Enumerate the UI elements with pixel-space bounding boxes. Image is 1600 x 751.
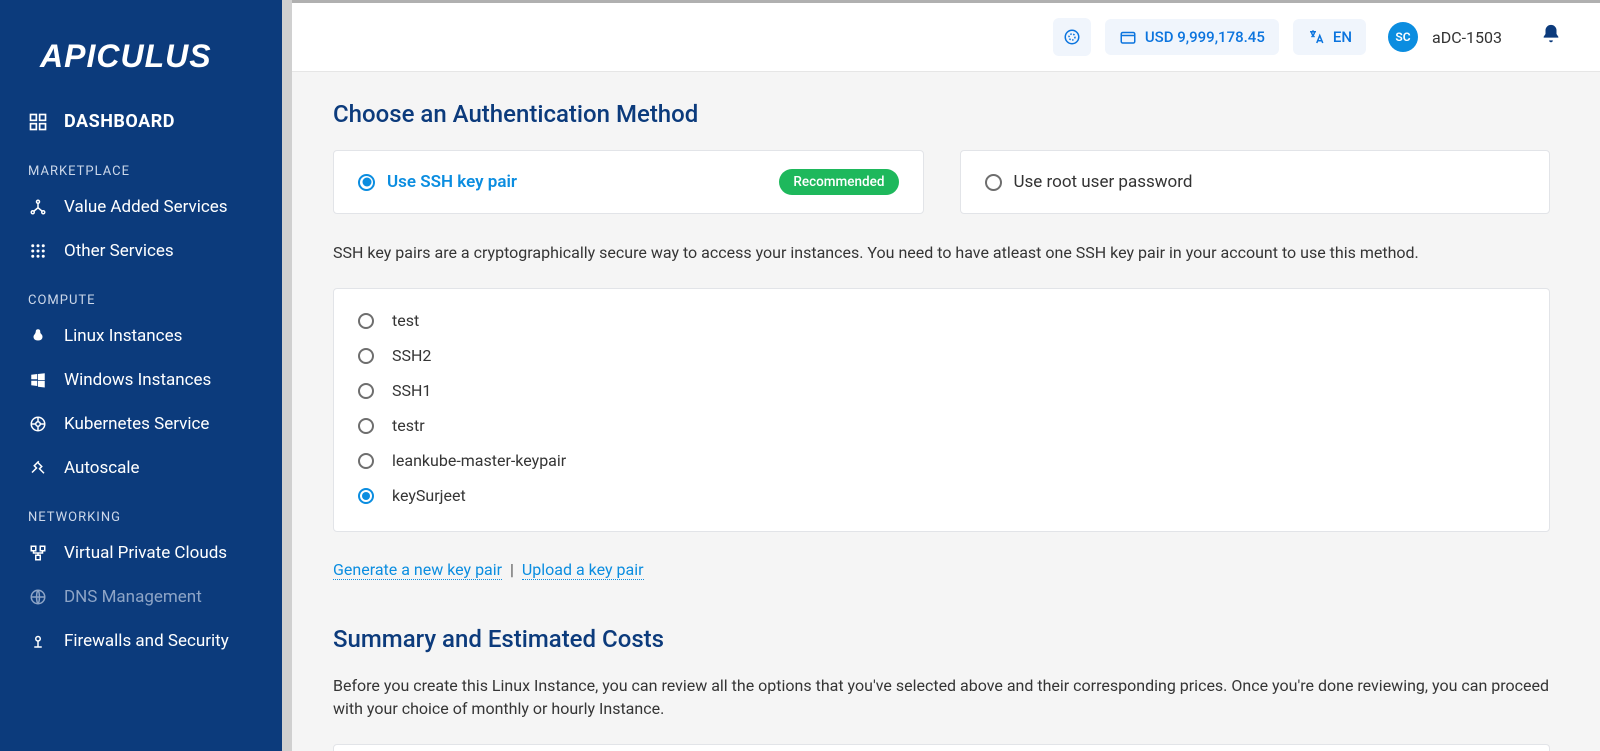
language-text: EN — [1333, 28, 1352, 46]
nav-autoscale[interactable]: Autoscale — [0, 446, 283, 490]
nav-linux[interactable]: Linux Instances — [0, 314, 283, 358]
auth-option-row: Use SSH key pair Recommended Use root us… — [333, 150, 1550, 214]
auth-option-root-label: Use root user password — [1014, 172, 1193, 192]
summary-section-title: Summary and Estimated Costs — [333, 625, 1550, 653]
sidebar: APICULUS DASHBOARD MARKETPLACE Value Add… — [0, 0, 283, 751]
kubernetes-icon — [28, 414, 48, 434]
nav-dashboard[interactable]: DASHBOARD — [0, 99, 283, 144]
radio-icon — [358, 174, 375, 191]
nav-firewalls-label: Firewalls and Security — [64, 631, 229, 651]
radio-icon — [985, 174, 1002, 191]
key-links: Generate a new key pair | Upload a key p… — [333, 560, 1550, 579]
header: USD 9,999,178.45 EN SC aDC-1503 — [283, 0, 1600, 72]
ssh-key-name: leankube-master-keypair — [392, 451, 566, 470]
ssh-key-name: keySurjeet — [392, 486, 466, 505]
ssh-key-row[interactable]: SSH2 — [358, 338, 1525, 373]
generate-key-link[interactable]: Generate a new key pair — [333, 560, 502, 580]
vpc-icon — [28, 543, 48, 563]
section-marketplace: MARKETPLACE — [0, 144, 283, 185]
separator: | — [510, 560, 514, 579]
auth-option-ssh-label: Use SSH key pair — [387, 172, 517, 192]
translate-icon — [1307, 28, 1325, 46]
nav-vpc-label: Virtual Private Clouds — [64, 543, 227, 563]
grid-icon — [28, 241, 48, 261]
nav-vas[interactable]: Value Added Services — [0, 185, 283, 229]
avatar: SC — [1388, 22, 1418, 52]
main-content: Choose an Authentication Method Use SSH … — [283, 72, 1600, 751]
auth-option-root[interactable]: Use root user password — [960, 150, 1551, 214]
account-area[interactable]: SC aDC-1503 — [1380, 22, 1508, 52]
language-pill[interactable]: EN — [1293, 19, 1366, 55]
network-icon — [28, 197, 48, 217]
brand-logo: APICULUS — [0, 38, 283, 99]
region-button[interactable] — [1053, 18, 1091, 56]
ssh-key-row[interactable]: test — [358, 303, 1525, 338]
auth-description: SSH key pairs are a cryptographically se… — [333, 242, 1550, 264]
nav-vpc[interactable]: Virtual Private Clouds — [0, 531, 283, 575]
radio-icon — [358, 453, 374, 469]
ssh-key-name: SSH1 — [392, 381, 431, 400]
globe-icon — [1063, 28, 1081, 46]
auth-section-title: Choose an Authentication Method — [333, 100, 1550, 128]
section-compute: COMPUTE — [0, 273, 283, 314]
notifications-button[interactable] — [1540, 23, 1562, 51]
nav-other-label: Other Services — [64, 241, 174, 261]
radio-icon — [358, 488, 374, 504]
ssh-key-row[interactable]: SSH1 — [358, 373, 1525, 408]
nav-kubernetes[interactable]: Kubernetes Service — [0, 402, 283, 446]
nav-linux-label: Linux Instances — [64, 326, 182, 346]
auth-option-ssh[interactable]: Use SSH key pair Recommended — [333, 150, 924, 214]
nav-dns-label: DNS Management — [64, 587, 202, 607]
nav-kubernetes-label: Kubernetes Service — [64, 414, 209, 434]
ssh-key-row[interactable]: leankube-master-keypair — [358, 443, 1525, 478]
account-name: aDC-1503 — [1432, 28, 1502, 47]
balance-text: USD 9,999,178.45 — [1145, 28, 1265, 46]
radio-icon — [358, 418, 374, 434]
nav-windows-label: Windows Instances — [64, 370, 211, 390]
ssh-key-list: test SSH2 SSH1 testr leankube-master-keypair… — [333, 288, 1550, 532]
nav-other[interactable]: Other Services — [0, 229, 283, 273]
radio-icon — [358, 383, 374, 399]
radio-icon — [358, 348, 374, 364]
recommended-badge: Recommended — [779, 169, 898, 195]
bell-icon — [1540, 23, 1562, 45]
ssh-key-name: test — [392, 311, 419, 330]
balance-pill[interactable]: USD 9,999,178.45 — [1105, 19, 1279, 55]
linux-icon — [28, 326, 48, 346]
dashboard-icon — [28, 112, 48, 132]
wallet-icon — [1119, 28, 1137, 46]
ssh-key-name: SSH2 — [392, 346, 431, 365]
nav-firewalls[interactable]: Firewalls and Security — [0, 619, 283, 663]
summary-box: SELECTIONS HOURLY MONTHLY — [333, 744, 1550, 751]
nav-dashboard-label: DASHBOARD — [64, 111, 175, 132]
shield-icon — [28, 631, 48, 651]
nav-windows[interactable]: Windows Instances — [0, 358, 283, 402]
dns-icon — [28, 587, 48, 607]
ssh-key-name: testr — [392, 416, 425, 435]
nav-dns[interactable]: DNS Management — [0, 575, 283, 619]
upload-key-link[interactable]: Upload a key pair — [522, 560, 644, 580]
ssh-key-row[interactable]: testr — [358, 408, 1525, 443]
section-networking: NETWORKING — [0, 490, 283, 531]
radio-icon — [358, 313, 374, 329]
ssh-key-row[interactable]: keySurjeet — [358, 478, 1525, 513]
scrollbar[interactable] — [282, 0, 292, 751]
nav-vas-label: Value Added Services — [64, 197, 228, 217]
nav-autoscale-label: Autoscale — [64, 458, 140, 478]
autoscale-icon — [28, 458, 48, 478]
windows-icon — [28, 370, 48, 390]
summary-description: Before you create this Linux Instance, y… — [333, 675, 1550, 720]
